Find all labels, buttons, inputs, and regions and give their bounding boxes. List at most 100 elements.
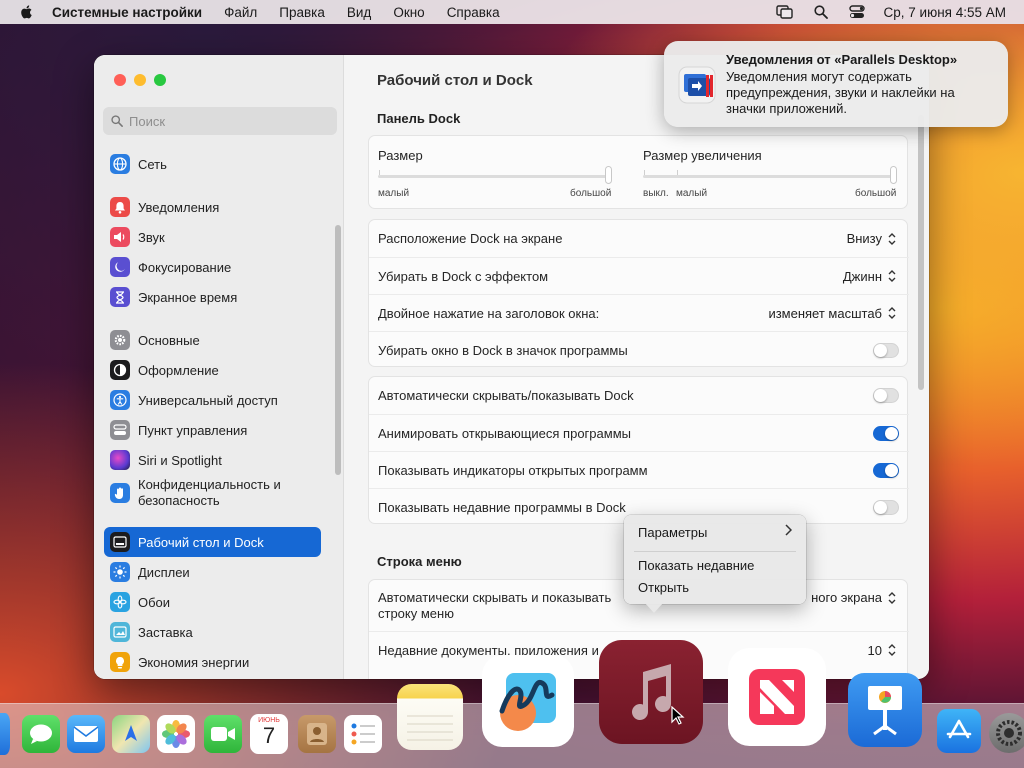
parallels-app-icon [678, 66, 716, 104]
sidebar-scrollbar[interactable] [335, 225, 341, 475]
sidebar-item-siri-spotlight[interactable]: Siri и Spotlight [104, 445, 321, 475]
menu-app-name[interactable]: Системные настройки [52, 5, 202, 20]
row-label: Двойное нажатие на заголовок окна: [378, 305, 600, 321]
sidebar-item-control-center[interactable]: Пункт управления [104, 415, 321, 445]
menu-window[interactable]: Окно [393, 5, 424, 20]
magnification-tick [644, 170, 645, 175]
speaker-icon [110, 227, 130, 247]
sidebar-item-label: Siri и Spotlight [138, 452, 222, 468]
search-input[interactable]: Поиск [103, 107, 337, 135]
menu-clock[interactable]: Ср, 7 июня 4:55 AM [884, 5, 1006, 20]
dock-position-row[interactable]: Расположение Dock на экране Внизу [369, 220, 909, 257]
chevron-updown-icon [888, 307, 896, 319]
sidebar-item-displays[interactable]: Дисплеи [104, 557, 321, 587]
sidebar-item-desktop-dock[interactable]: Рабочий стол и Dock [104, 527, 321, 557]
minimize-effect-select[interactable]: Джинн [843, 269, 897, 284]
menu-item-open[interactable]: Открыть [638, 580, 689, 595]
photos-icon[interactable] [157, 715, 195, 753]
dock-position-select[interactable]: Внизу [847, 231, 897, 246]
sidebar-item-label: Сеть [138, 156, 167, 172]
calendar-day: 7 [262, 723, 276, 748]
menu-help[interactable]: Справка [447, 5, 500, 20]
minimize-effect-row[interactable]: Убирать в Dock с эффектом Джинн [369, 257, 909, 294]
zoom-button[interactable] [154, 74, 166, 86]
menu-file[interactable]: Файл [224, 5, 257, 20]
autohide-dock-row[interactable]: Автоматически скрывать/показывать Dock [369, 377, 909, 414]
minimize-into-app-icon-toggle[interactable] [873, 342, 899, 358]
autohide-menubar-select[interactable]: ного экрана [811, 590, 897, 605]
row-label: Недавние документы, приложения и [378, 642, 599, 658]
freeform-icon[interactable] [482, 655, 574, 747]
sidebar-item-energy-saver[interactable]: Экономия энергии [104, 647, 321, 677]
system-settings-icon[interactable] [989, 713, 1024, 753]
minimize-into-app-icon-row[interactable]: Убирать окно в Dock в значок программы [369, 331, 909, 368]
apple-icon[interactable] [18, 4, 36, 20]
messages-icon[interactable] [22, 715, 60, 753]
parallels-menu-icon[interactable] [776, 4, 794, 20]
row-label: Убирать в Dock с эффектом [378, 268, 549, 284]
news-icon[interactable] [728, 648, 826, 746]
close-button[interactable] [114, 74, 126, 86]
sidebar-item-sound[interactable]: Звук [104, 222, 321, 252]
sidebar-item-label: Заставка [138, 624, 193, 640]
size-max-label: большой [570, 188, 612, 199]
maps-icon[interactable] [112, 715, 150, 753]
screensaver-icon [110, 622, 130, 642]
reminders-icon[interactable] [344, 715, 382, 753]
sidebar-item-label: Оформление [138, 362, 219, 378]
section-title-menubar: Строка меню [377, 554, 462, 569]
music-icon[interactable] [599, 640, 703, 744]
sidebar-item-label: Экономия энергии [138, 654, 250, 670]
size-min-label: малый [378, 188, 410, 199]
main-scrollbar[interactable] [918, 115, 924, 390]
size-slider-knob[interactable] [605, 166, 612, 184]
animate-opening-toggle[interactable] [873, 425, 899, 441]
row-label: Анимировать открывающиеся программы [378, 425, 631, 441]
show-indicators-row[interactable]: Показывать индикаторы открытых программ [369, 451, 909, 488]
show-recent-apps-toggle[interactable] [873, 499, 899, 515]
size-slider-track[interactable] [378, 175, 612, 178]
sidebar-item-screensaver[interactable]: Заставка [104, 617, 321, 647]
sidebar-item-wallpaper[interactable]: Обои [104, 587, 321, 617]
recent-documents-select[interactable]: 10 [868, 643, 897, 658]
minimize-button[interactable] [134, 74, 146, 86]
sidebar-item-label: Основные [138, 332, 200, 348]
control-center-icon[interactable] [848, 4, 866, 20]
select-value: 10 [867, 642, 882, 658]
notification-banner[interactable]: Уведомления от «Parallels Desktop» Уведо… [664, 41, 1008, 127]
notification-body: Уведомления могут содержать предупрежден… [726, 69, 955, 116]
bulb-icon [110, 652, 130, 672]
show-indicators-toggle[interactable] [873, 462, 899, 478]
safari-icon[interactable] [0, 713, 10, 755]
sidebar-item-screen-time[interactable]: Экранное время [104, 282, 321, 312]
double-click-title-select[interactable]: изменяет масштаб [768, 306, 897, 321]
menu-view[interactable]: Вид [347, 5, 371, 20]
calendar-icon[interactable]: ИЮНЬ 7 [250, 714, 288, 754]
facetime-icon[interactable] [204, 715, 242, 753]
mail-icon[interactable] [67, 715, 105, 753]
chevron-right-icon [785, 524, 792, 536]
sidebar-item-label: Уведомления [138, 199, 220, 215]
notes-icon[interactable] [397, 684, 463, 750]
sidebar-item-focus[interactable]: Фокусирование [104, 252, 321, 282]
sidebar-item-accessibility[interactable]: Универсальный доступ [104, 385, 321, 415]
animate-opening-row[interactable]: Анимировать открывающиеся программы [369, 414, 909, 451]
sidebar-item-label: Звук [138, 229, 165, 245]
sidebar-item-notifications[interactable]: Уведомления [104, 192, 321, 222]
double-click-title-row[interactable]: Двойное нажатие на заголовок окна: измен… [369, 294, 909, 331]
keynote-icon[interactable] [848, 673, 922, 747]
sidebar-item-privacy-security[interactable]: Конфиденциальность и безопасность [104, 475, 321, 511]
menu-item-show-recent[interactable]: Показать недавние [638, 558, 754, 573]
magnification-slider-knob[interactable] [890, 166, 897, 184]
row-label: Расположение Dock на экране [378, 231, 563, 246]
app-store-icon[interactable] [937, 709, 981, 753]
sidebar-item-general[interactable]: Основные [104, 325, 321, 355]
contacts-icon[interactable] [298, 715, 336, 753]
sidebar-item-network[interactable]: Сеть [104, 149, 321, 179]
sidebar-item-appearance[interactable]: Оформление [104, 355, 321, 385]
menu-edit[interactable]: Правка [279, 5, 325, 20]
spotlight-search-icon[interactable] [812, 4, 830, 20]
menu-item-options[interactable]: Параметры [638, 525, 707, 540]
magnification-slider-track[interactable] [643, 175, 897, 178]
autohide-dock-toggle[interactable] [873, 388, 899, 403]
